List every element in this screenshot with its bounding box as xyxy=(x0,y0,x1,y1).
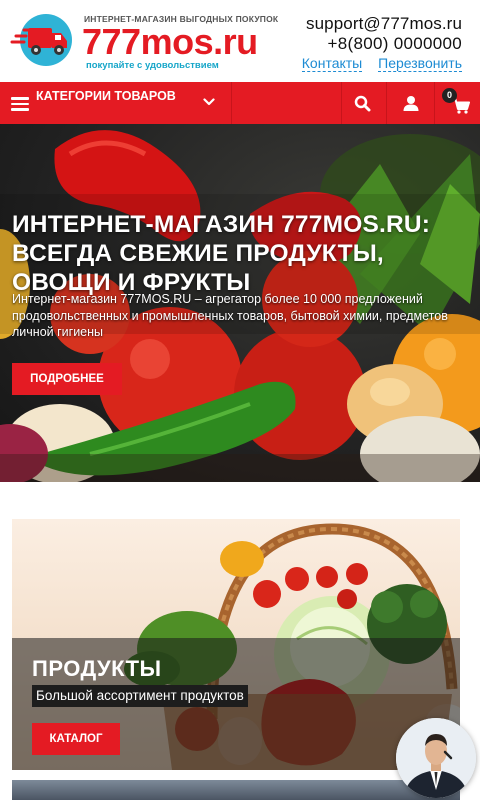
next-category-card[interactable] xyxy=(12,780,460,800)
user-icon xyxy=(403,96,418,111)
categories-label: Категории товаров xyxy=(36,89,176,103)
main-nav: Категории товаров xyxy=(0,82,480,124)
phone-number[interactable]: +8(800) 0000000 xyxy=(290,34,462,54)
site-logo[interactable]: ИНТЕРНЕТ-МАГАЗИН ВЫГОДНЫХ ПОКУПОК 777mos… xyxy=(10,8,278,74)
card-title: Продукты xyxy=(32,656,162,681)
site-header: ИНТЕРНЕТ-МАГАЗИН ВЫГОДНЫХ ПОКУПОК 777mos… xyxy=(0,0,480,82)
contacts-link[interactable]: Контакты xyxy=(301,55,363,72)
menu-icon xyxy=(11,97,29,111)
hero-title: Интернет-магазин 777mos.ru: всегда свежи… xyxy=(12,211,431,296)
hero-banner: Интернет-магазин 777mos.ru: всегда свежи… xyxy=(0,124,480,482)
logo-slogan: покупайте с удовольствием xyxy=(86,60,219,71)
account-button[interactable] xyxy=(386,82,434,124)
consultant-avatar-image xyxy=(396,718,476,798)
category-card-products[interactable]: Продукты Большой ассортимент продуктов К… xyxy=(12,519,460,770)
search-button[interactable] xyxy=(341,82,383,124)
callback-link[interactable]: Перезвонить xyxy=(378,55,462,72)
search-icon xyxy=(354,95,371,111)
cart-count-badge: 0 xyxy=(442,88,457,103)
categories-menu-button[interactable]: Категории товаров xyxy=(0,82,232,124)
chevron-down-icon xyxy=(203,98,215,106)
support-email[interactable]: support@777mos.ru xyxy=(290,14,462,34)
truck-logo-icon xyxy=(10,14,72,66)
header-links: Контакты Перезвонить xyxy=(290,54,462,72)
hero-description: Интернет-магазин 777MOS.RU – агрегатор б… xyxy=(12,292,448,339)
consultant-chat-widget[interactable] xyxy=(396,718,476,798)
logo-name: 777mos.ru xyxy=(82,21,258,62)
header-contacts: support@777mos.ru +8(800) 0000000 Контак… xyxy=(290,14,462,72)
more-button[interactable]: Подробнее xyxy=(12,363,122,395)
card-subtitle: Большой ассортимент продуктов xyxy=(32,685,248,707)
cart-button[interactable] xyxy=(434,82,480,124)
catalog-button[interactable]: Каталог xyxy=(32,723,120,755)
